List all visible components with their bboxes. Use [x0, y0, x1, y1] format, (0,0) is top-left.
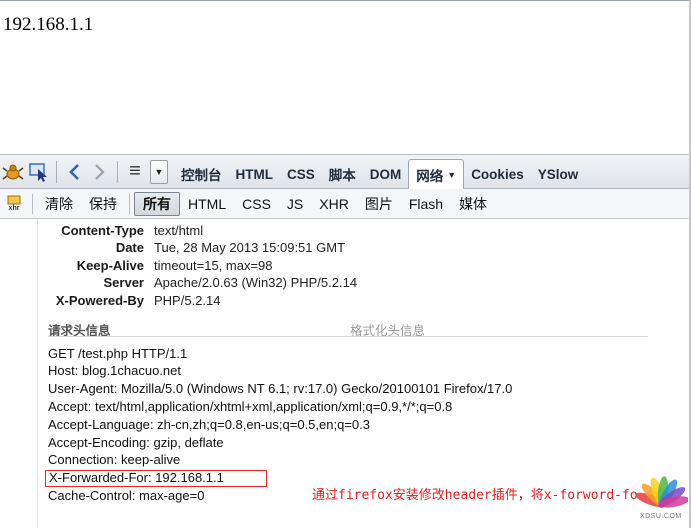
tab-console[interactable]: 控制台: [174, 159, 229, 189]
tab-net-caret-icon[interactable]: ▼: [447, 170, 456, 180]
filter-css-button[interactable]: CSS: [234, 192, 279, 216]
tab-label: 控制台: [181, 168, 222, 183]
tab-css[interactable]: CSS: [280, 159, 322, 189]
tab-cookies[interactable]: Cookies: [464, 159, 531, 189]
request-line: Accept: text/html,application/xhtml+xml,…: [48, 399, 453, 414]
window-top-border: [0, 0, 691, 1]
header-value: PHP/5.2.14: [154, 292, 221, 308]
header-value: timeout=15, max=98: [154, 257, 273, 273]
annotation-text: 通过firefox安装修改header插件，将x-forword-for: [312, 488, 637, 503]
net-panel-toolbar: xhr 清除 保持 所有 HTML CSS JS XHR 图片 Flash 媒体: [0, 189, 689, 219]
toolbar-separator: [32, 193, 33, 214]
tab-label: YSlow: [537, 166, 579, 182]
request-line: Host: blog.1chacuo.net: [48, 363, 181, 378]
tab-label: HTML: [235, 166, 274, 182]
back-arrow-icon[interactable]: [61, 159, 87, 185]
tab-net[interactable]: 网络 ▼: [408, 159, 465, 190]
request-line: Cache-Control: max-age=0: [48, 488, 205, 503]
header-value: Apache/2.0.63 (Win32) PHP/5.2.14: [154, 274, 358, 290]
toolbar-separator: [129, 193, 130, 214]
header-name: Date: [115, 239, 144, 255]
response-header-row: Date Tue, 28 May 2013 15:09:51 GMT: [0, 238, 345, 256]
inspect-element-icon[interactable]: [26, 159, 52, 185]
header-name: Keep-Alive: [76, 257, 144, 273]
response-header-row: Content-Type text/html: [0, 221, 203, 239]
filter-all-button[interactable]: 所有: [134, 191, 180, 216]
tab-label: 网络: [416, 169, 444, 184]
filter-js-button[interactable]: JS: [279, 192, 311, 216]
filter-html-button[interactable]: HTML: [180, 192, 234, 216]
dropdown-icon[interactable]: ▼: [150, 159, 168, 184]
request-line: User-Agent: Mozilla/5.0 (Windows NT 6.1;…: [48, 381, 513, 396]
panel-tabs: 控制台 HTML CSS 脚本 DOM 网络 ▼ Cookies YSlow: [174, 154, 586, 190]
request-line: GET /test.php HTTP/1.1: [48, 346, 188, 361]
xhr-breakpoint-icon[interactable]: xhr: [0, 190, 28, 218]
tab-label: DOM: [369, 166, 402, 182]
filter-flash-button[interactable]: Flash: [401, 192, 451, 216]
persist-button[interactable]: 保持: [81, 192, 125, 216]
response-header-row: Server Apache/2.0.63 (Win32) PHP/5.2.14: [0, 273, 358, 291]
watermark-text: XDSU.COM: [640, 513, 682, 520]
response-header-row: Keep-Alive timeout=15, max=98: [0, 256, 273, 274]
page-body-ip-text: 192.168.1.1: [3, 14, 94, 35]
firebug-bug-icon[interactable]: [0, 159, 26, 185]
section-divider: [48, 336, 648, 337]
tab-dom[interactable]: DOM: [363, 159, 409, 189]
filter-images-button[interactable]: 图片: [357, 192, 401, 216]
toolbar-separator: [117, 160, 118, 183]
request-line: Accept-Language: zh-cn,zh;q=0.8,en-us;q=…: [48, 417, 370, 432]
response-header-row: X-Powered-By PHP/5.2.14: [0, 291, 221, 309]
header-name: X-Powered-By: [55, 292, 144, 308]
tab-yslow[interactable]: YSlow: [531, 159, 586, 189]
header-name: Content-Type: [61, 222, 144, 238]
header-name: Server: [103, 274, 144, 290]
tab-script[interactable]: 脚本: [322, 159, 363, 189]
dropdown-caret: ▼: [154, 166, 164, 177]
panel-menu-icon[interactable]: ≡: [122, 159, 148, 185]
tab-label: Cookies: [471, 166, 524, 182]
forward-arrow-icon[interactable]: [87, 159, 113, 185]
request-line: Accept-Encoding: gzip, deflate: [48, 435, 224, 450]
list-icon-glyph: ≡: [129, 160, 141, 182]
xhr-icon-label: xhr: [8, 204, 20, 212]
tab-label: CSS: [287, 166, 315, 182]
clear-button[interactable]: 清除: [37, 192, 81, 216]
tab-label: 脚本: [328, 168, 356, 183]
firebug-toolbar: ≡ ▼ 控制台 HTML CSS 脚本 DOM 网络 ▼ Cookies YSl…: [0, 154, 689, 190]
header-value: text/html: [154, 222, 204, 238]
filter-xhr-button[interactable]: XHR: [311, 192, 357, 216]
header-value: Tue, 28 May 2013 15:09:51 GMT: [154, 239, 346, 255]
toolbar-separator: [56, 160, 57, 183]
tab-html[interactable]: HTML: [229, 159, 281, 189]
request-line: Connection: keep-alive: [48, 452, 181, 467]
net-request-detail: Content-Type text/html Date Tue, 28 May …: [0, 219, 689, 528]
x-forwarded-for-line: X-Forwarded-For: 192.168.1.1: [45, 470, 267, 487]
filter-media-button[interactable]: 媒体: [451, 192, 495, 216]
